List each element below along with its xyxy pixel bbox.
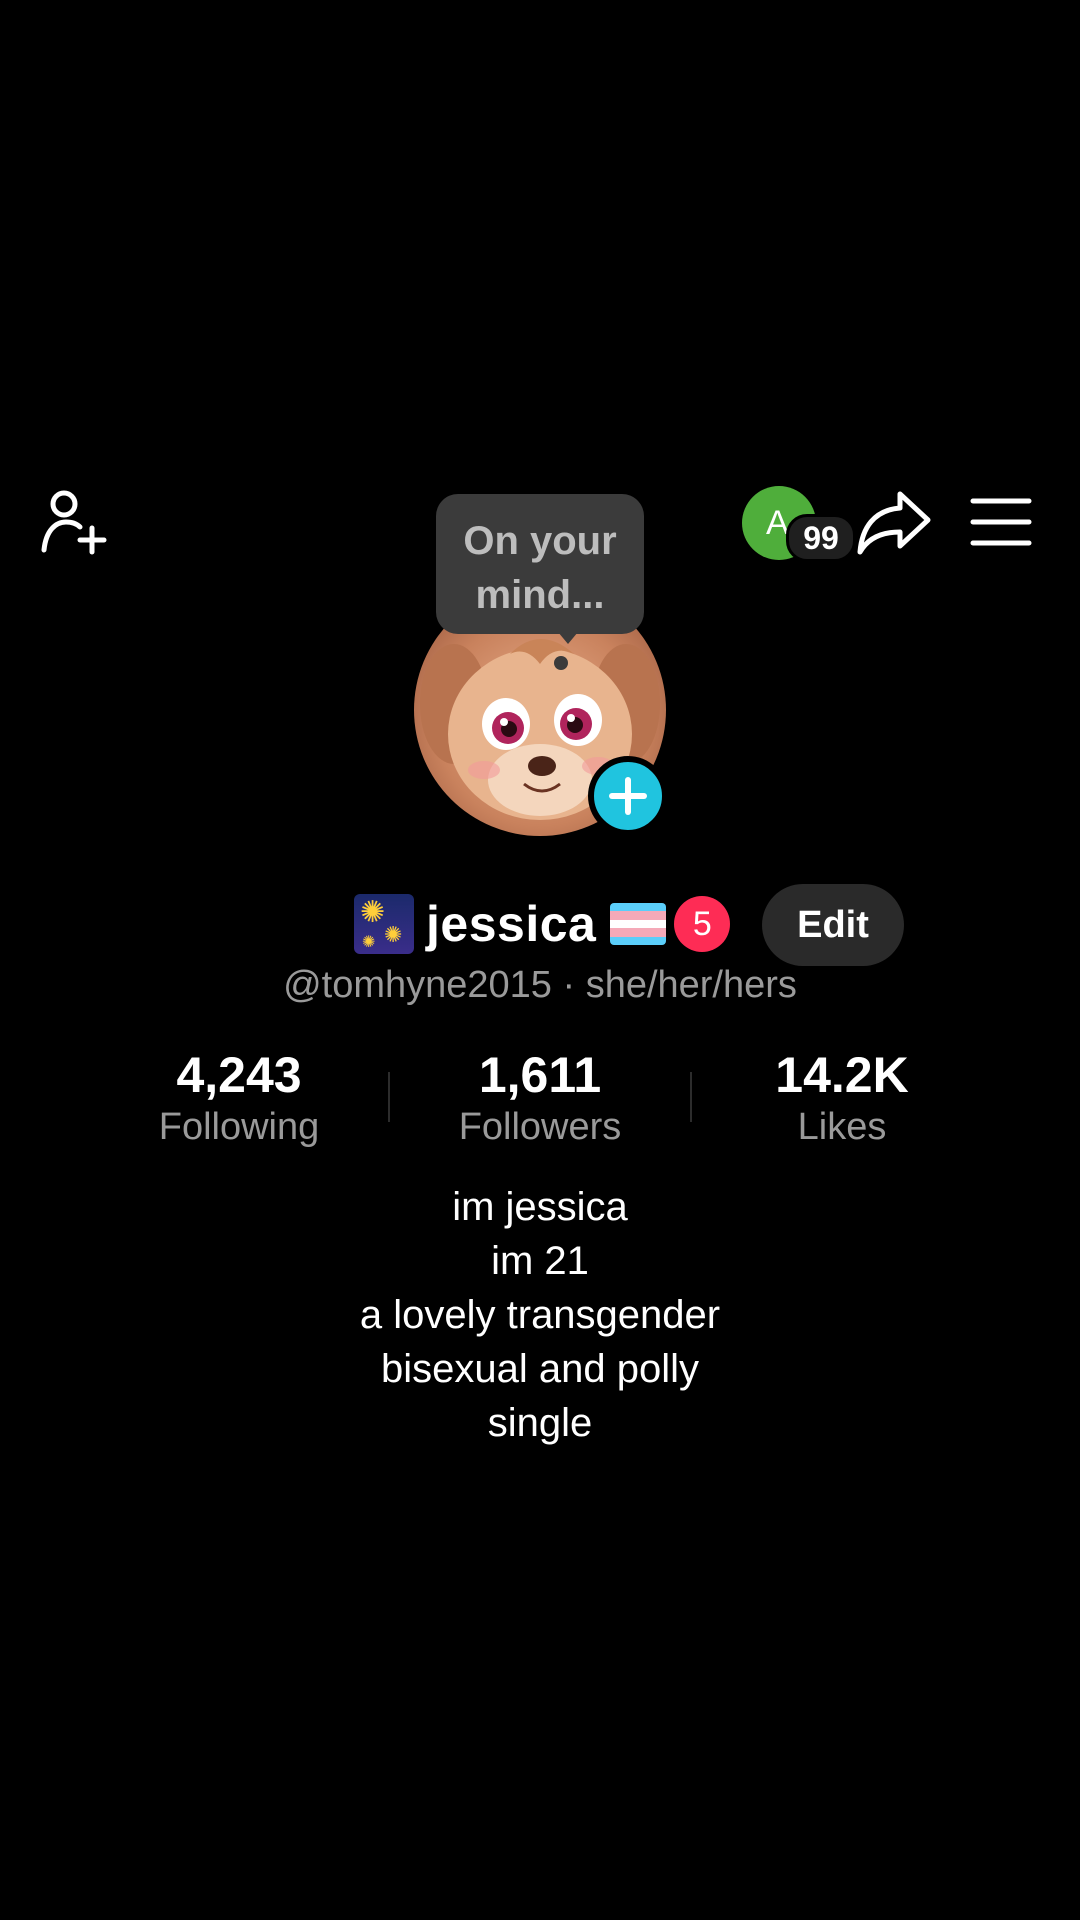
stat-followers[interactable]: 1,611 Followers — [410, 1044, 670, 1148]
stat-value: 14.2K — [775, 1047, 909, 1103]
bio-line: im jessica — [452, 1185, 628, 1229]
name-row: ✺ ✺ ✺ jessica 5 — [354, 888, 731, 960]
add-story-button[interactable] — [588, 756, 668, 836]
fireworks-emoji-icon: ✺ ✺ ✺ — [354, 894, 414, 954]
stat-likes[interactable]: 14.2K Likes — [712, 1044, 972, 1148]
person-plus-icon[interactable] — [40, 488, 116, 556]
stat-label: Following — [158, 1106, 320, 1148]
profile-screen: A 99 On your mind... ✺ ✺ ✺ jessica 5 Edi… — [0, 0, 1080, 1920]
stat-value: 4,243 — [176, 1047, 302, 1103]
edit-profile-button[interactable]: Edit — [762, 884, 904, 966]
stat-divider — [388, 1072, 390, 1122]
stat-value: 1,611 — [478, 1047, 602, 1103]
bio-line: bisexual and polly — [381, 1347, 699, 1391]
notification-count-badge: 99 — [786, 514, 856, 562]
username-pronouns: @tomhyne2015 · she/her/hers — [283, 964, 797, 1006]
badge-count[interactable]: 5 — [674, 896, 731, 952]
display-name: jessica — [426, 896, 597, 952]
bubble-dot — [554, 656, 568, 670]
transgender-flag-icon — [610, 903, 667, 945]
bio-line: im 21 — [491, 1239, 589, 1283]
plus-icon — [609, 777, 647, 815]
hamburger-menu-icon[interactable] — [970, 496, 1032, 548]
stat-following[interactable]: 4,243 Following — [109, 1044, 369, 1148]
bio-line: single — [487, 1401, 593, 1445]
stat-label: Followers — [458, 1106, 622, 1148]
stat-divider — [690, 1072, 692, 1122]
share-arrow-icon[interactable] — [856, 488, 932, 558]
bio: im jessica im 21 a lovely transgender bi… — [0, 1180, 1080, 1450]
stat-label: Likes — [797, 1106, 887, 1148]
on-your-mind-bubble[interactable]: On your mind... — [436, 494, 644, 634]
bubble-tail — [558, 632, 578, 644]
bio-line: a lovely transgender — [359, 1293, 721, 1337]
